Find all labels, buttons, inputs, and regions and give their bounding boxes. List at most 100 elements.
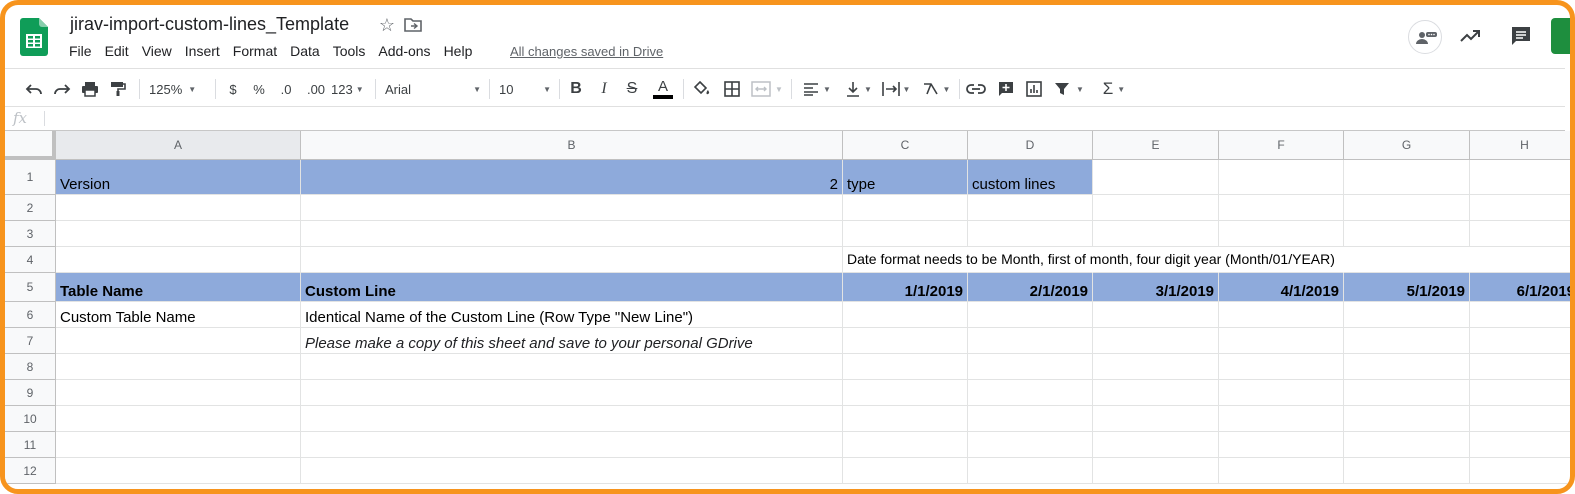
cell-d11[interactable]: [968, 432, 1093, 458]
cell-a1[interactable]: Version: [56, 160, 301, 195]
cell-e10[interactable]: [1093, 406, 1219, 432]
menu-insert[interactable]: Insert: [185, 43, 220, 59]
strikethrough-icon[interactable]: S: [623, 78, 641, 100]
cell-c5[interactable]: 1/1/2019: [843, 273, 968, 302]
column-header-g[interactable]: G: [1344, 131, 1470, 160]
text-wrapping-icon[interactable]: ▼: [879, 78, 913, 100]
currency-format-button[interactable]: $: [223, 78, 243, 100]
zoom-select[interactable]: 125% ▼: [149, 78, 207, 100]
cell-c10[interactable]: [843, 406, 968, 432]
row-header-8[interactable]: 8: [5, 354, 56, 380]
cell-b7[interactable]: Please make a copy of this sheet and sav…: [301, 328, 843, 354]
column-header-c[interactable]: C: [843, 131, 968, 160]
merge-cells-icon[interactable]: ▼: [749, 78, 785, 100]
activity-trend-icon[interactable]: [1458, 24, 1482, 48]
select-all-corner[interactable]: [5, 131, 56, 160]
row-header-6[interactable]: 6: [5, 302, 56, 328]
save-status-link[interactable]: All changes saved in Drive: [510, 44, 663, 59]
cell-c11[interactable]: [843, 432, 968, 458]
cell-b4[interactable]: [301, 247, 843, 273]
cell-h2[interactable]: [1470, 195, 1570, 221]
cell-b9[interactable]: [301, 380, 843, 406]
print-icon[interactable]: [79, 78, 101, 100]
cell-f1[interactable]: [1219, 160, 1344, 195]
cell-a8[interactable]: [56, 354, 301, 380]
cell-f9[interactable]: [1219, 380, 1344, 406]
text-rotation-icon[interactable]: ▼: [919, 78, 953, 100]
row-header-2[interactable]: 2: [5, 195, 56, 221]
cell-h5[interactable]: 6/1/2019: [1470, 273, 1570, 302]
cell-b3[interactable]: [301, 221, 843, 247]
cell-b10[interactable]: [301, 406, 843, 432]
cell-g3[interactable]: [1344, 221, 1470, 247]
menu-format[interactable]: Format: [233, 43, 277, 59]
cell-h6[interactable]: [1470, 302, 1570, 328]
text-color-icon[interactable]: A: [651, 78, 675, 100]
horizontal-align-icon[interactable]: ▼: [801, 78, 833, 100]
cell-g1[interactable]: [1344, 160, 1470, 195]
cell-g2[interactable]: [1344, 195, 1470, 221]
insert-link-icon[interactable]: [965, 78, 987, 100]
cell-g10[interactable]: [1344, 406, 1470, 432]
decrease-decimals-button[interactable]: .0: [275, 78, 297, 100]
cell-d6[interactable]: [968, 302, 1093, 328]
cell-h4[interactable]: [1470, 247, 1570, 273]
cell-g6[interactable]: [1344, 302, 1470, 328]
cell-f10[interactable]: [1219, 406, 1344, 432]
cell-f11[interactable]: [1219, 432, 1344, 458]
cell-h7[interactable]: [1470, 328, 1570, 354]
cell-a9[interactable]: [56, 380, 301, 406]
share-button[interactable]: [1551, 18, 1570, 54]
font-size-select[interactable]: 10 ▼: [499, 78, 551, 100]
row-header-11[interactable]: 11: [5, 432, 56, 458]
cell-d9[interactable]: [968, 380, 1093, 406]
more-formats-select[interactable]: 123 ▼: [331, 78, 367, 100]
cell-e3[interactable]: [1093, 221, 1219, 247]
cell-d3[interactable]: [968, 221, 1093, 247]
cell-f12[interactable]: [1219, 458, 1344, 484]
menu-file[interactable]: File: [69, 43, 92, 59]
cell-g11[interactable]: [1344, 432, 1470, 458]
percent-format-button[interactable]: %: [249, 78, 269, 100]
fill-color-icon[interactable]: [691, 78, 713, 100]
cell-d1[interactable]: custom lines: [968, 160, 1093, 195]
functions-icon[interactable]: Σ ▼: [1097, 78, 1131, 100]
cell-a12[interactable]: [56, 458, 301, 484]
cell-d10[interactable]: [968, 406, 1093, 432]
increase-decimals-button[interactable]: .00: [303, 78, 329, 100]
row-header-7[interactable]: 7: [5, 328, 56, 354]
cell-c4[interactable]: Date format needs to be Month, first of …: [843, 247, 1335, 273]
cell-h11[interactable]: [1470, 432, 1570, 458]
cell-b11[interactable]: [301, 432, 843, 458]
cell-e9[interactable]: [1093, 380, 1219, 406]
cell-g12[interactable]: [1344, 458, 1470, 484]
cell-e6[interactable]: [1093, 302, 1219, 328]
cell-a2[interactable]: [56, 195, 301, 221]
star-icon[interactable]: ☆: [377, 15, 397, 35]
cell-a3[interactable]: [56, 221, 301, 247]
cell-e7[interactable]: [1093, 328, 1219, 354]
cell-d8[interactable]: [968, 354, 1093, 380]
row-header-5[interactable]: 5: [5, 273, 56, 302]
cell-c8[interactable]: [843, 354, 968, 380]
cell-b6[interactable]: Identical Name of the Custom Line (Row T…: [301, 302, 843, 328]
cell-e11[interactable]: [1093, 432, 1219, 458]
cell-a7[interactable]: [56, 328, 301, 354]
column-header-b[interactable]: B: [301, 131, 843, 160]
cell-c12[interactable]: [843, 458, 968, 484]
cell-g8[interactable]: [1344, 354, 1470, 380]
cell-b12[interactable]: [301, 458, 843, 484]
cell-c9[interactable]: [843, 380, 968, 406]
cell-g9[interactable]: [1344, 380, 1470, 406]
cell-a5[interactable]: Table Name: [56, 273, 301, 302]
filter-icon[interactable]: ▼: [1051, 78, 1087, 100]
cell-b2[interactable]: [301, 195, 843, 221]
cell-b8[interactable]: [301, 354, 843, 380]
cell-g5[interactable]: 5/1/2019: [1344, 273, 1470, 302]
vertical-align-icon[interactable]: ▼: [843, 78, 875, 100]
bold-icon[interactable]: B: [567, 78, 585, 100]
cell-c6[interactable]: [843, 302, 968, 328]
insert-chart-icon[interactable]: [1023, 78, 1045, 100]
font-family-select[interactable]: Arial ▼: [385, 78, 481, 100]
cell-a11[interactable]: [56, 432, 301, 458]
